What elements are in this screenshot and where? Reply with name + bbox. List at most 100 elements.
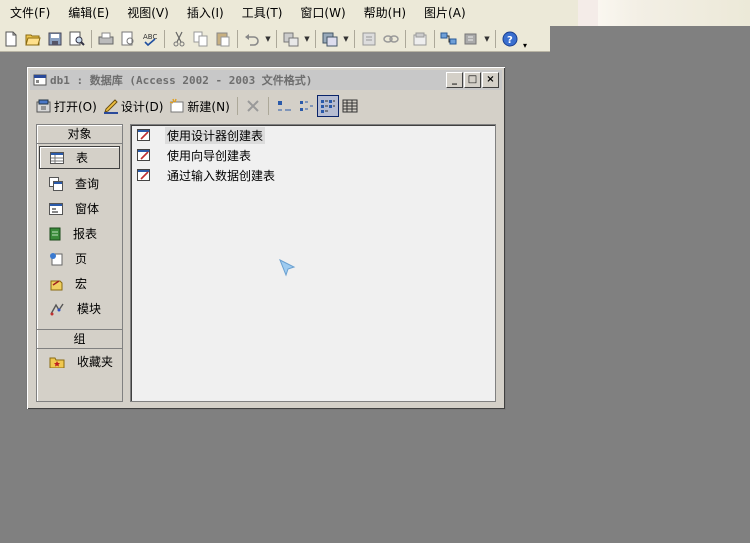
paste-icon[interactable] bbox=[212, 28, 234, 50]
script-icon[interactable] bbox=[380, 28, 402, 50]
analyze-dropdown-icon[interactable]: ▼ bbox=[341, 28, 351, 50]
new-object-icon[interactable] bbox=[460, 28, 482, 50]
object-reports-label: 报表 bbox=[73, 227, 98, 241]
module-icon bbox=[50, 303, 64, 315]
list-item-label: 通过输入数据创建表 bbox=[167, 168, 276, 183]
object-tables[interactable]: 表 bbox=[39, 146, 120, 169]
close-button[interactable]: × bbox=[482, 72, 499, 88]
list-item-label: 使用向导创建表 bbox=[167, 148, 252, 163]
list-item-create-table-wizard[interactable]: 使用向导创建表 bbox=[137, 146, 253, 164]
object-pages-label: 页 bbox=[75, 252, 88, 266]
main-toolbar: ABC ▼ ▼ ▼ ▼ ? ▾ bbox=[0, 26, 550, 52]
list-item-create-table-design[interactable]: 使用设计器创建表 bbox=[137, 126, 266, 144]
properties-icon[interactable] bbox=[409, 28, 431, 50]
list-item-label: 使用设计器创建表 bbox=[165, 126, 266, 144]
relationships-icon[interactable] bbox=[438, 28, 460, 50]
office-links-dropdown-icon[interactable]: ▼ bbox=[302, 28, 312, 50]
cut-icon[interactable] bbox=[168, 28, 190, 50]
database-window-titlebar[interactable]: db1 : 数据库 (Access 2002 - 2003 文件格式) _ □ … bbox=[30, 70, 502, 90]
object-forms[interactable]: 窗体 bbox=[37, 196, 122, 221]
menu-bar-tail bbox=[578, 0, 750, 26]
copy-icon[interactable] bbox=[190, 28, 212, 50]
database-window-title: db1 : 数据库 (Access 2002 - 2003 文件格式) bbox=[50, 74, 313, 87]
menu-edit[interactable]: 编辑(E) bbox=[59, 0, 118, 26]
toolbar-separator bbox=[434, 29, 435, 48]
objects-pane: 对象 表 查询 窗体 报表 页 宏 模块 组 收藏夹 bbox=[36, 124, 123, 402]
maximize-button[interactable]: □ bbox=[464, 72, 481, 88]
svg-text:?: ? bbox=[507, 35, 513, 46]
toolbar-separator bbox=[267, 97, 269, 115]
group-favorites[interactable]: 收藏夹 bbox=[37, 349, 122, 374]
spelling-icon[interactable]: ABC bbox=[139, 28, 161, 50]
groups-header[interactable]: 组 bbox=[37, 329, 122, 349]
large-icons-view-icon[interactable] bbox=[273, 95, 295, 117]
mouse-cursor-icon bbox=[279, 258, 296, 277]
list-view-icon[interactable] bbox=[316, 95, 339, 117]
menu-picture[interactable]: 图片(A) bbox=[415, 0, 475, 26]
toolbar-separator bbox=[276, 29, 277, 48]
new-icon[interactable] bbox=[0, 28, 22, 50]
file-search-icon[interactable] bbox=[66, 28, 88, 50]
delete-icon[interactable] bbox=[242, 95, 264, 117]
open-button[interactable]: 打开(O) bbox=[33, 95, 100, 117]
minimize-button[interactable]: _ bbox=[446, 72, 463, 88]
toolbar-empty-area bbox=[550, 26, 750, 51]
office-links-icon[interactable] bbox=[280, 28, 302, 50]
toolbar-separator bbox=[315, 29, 316, 48]
list-item-create-table-data-entry[interactable]: 通过输入数据创建表 bbox=[137, 166, 277, 184]
new-button-label: 新建(N) bbox=[187, 99, 230, 114]
toolbar-separator bbox=[237, 29, 238, 48]
small-icons-view-icon[interactable] bbox=[295, 95, 317, 117]
code-icon[interactable] bbox=[358, 28, 380, 50]
object-tables-label: 表 bbox=[76, 151, 89, 165]
details-view-icon[interactable] bbox=[339, 95, 361, 117]
object-queries[interactable]: 查询 bbox=[37, 171, 122, 196]
print-preview-icon[interactable] bbox=[117, 28, 139, 50]
object-modules-label: 模块 bbox=[77, 302, 102, 316]
database-window: db1 : 数据库 (Access 2002 - 2003 文件格式) _ □ … bbox=[26, 66, 506, 410]
menu-tools[interactable]: 工具(T) bbox=[233, 0, 292, 26]
window-controls: _ □ × bbox=[446, 72, 499, 88]
toolbar-separator bbox=[354, 29, 355, 48]
undo-icon[interactable] bbox=[241, 28, 263, 50]
object-list-pane: 使用设计器创建表 使用向导创建表 通过输入数据创建表 bbox=[130, 124, 496, 402]
database-icon bbox=[33, 74, 47, 86]
menu-window[interactable]: 窗口(W) bbox=[291, 0, 354, 26]
table-icon bbox=[50, 151, 64, 164]
toolbar-separator bbox=[405, 29, 406, 48]
open-icon[interactable] bbox=[22, 28, 44, 50]
design-icon bbox=[103, 99, 118, 114]
database-toolbar: 打开(O) 设计(D) 新建(N) bbox=[33, 94, 499, 118]
menu-file[interactable]: 文件(F) bbox=[0, 0, 59, 26]
new-object-icon bbox=[170, 98, 184, 113]
macro-icon bbox=[50, 279, 63, 290]
open-object-icon bbox=[36, 99, 51, 113]
object-pages[interactable]: 页 bbox=[37, 246, 122, 271]
menu-view[interactable]: 视图(V) bbox=[118, 0, 178, 26]
print-icon[interactable] bbox=[95, 28, 117, 50]
design-button[interactable]: 设计(D) bbox=[100, 95, 167, 117]
object-modules[interactable]: 模块 bbox=[37, 296, 122, 321]
report-icon bbox=[49, 227, 61, 240]
save-icon[interactable] bbox=[44, 28, 66, 50]
object-reports[interactable]: 报表 bbox=[37, 221, 122, 246]
toolbar-separator bbox=[164, 29, 165, 48]
svg-text:ABC: ABC bbox=[143, 33, 157, 41]
toolbar-separator bbox=[91, 29, 92, 48]
toolbar-separator bbox=[495, 29, 496, 48]
objects-header[interactable]: 对象 bbox=[37, 125, 122, 144]
object-macros-label: 宏 bbox=[75, 277, 88, 291]
new-object-dropdown-icon[interactable]: ▼ bbox=[482, 28, 492, 50]
object-macros[interactable]: 宏 bbox=[37, 271, 122, 296]
page-icon bbox=[50, 252, 63, 265]
help-icon[interactable]: ? bbox=[499, 28, 521, 50]
favorites-folder-icon bbox=[49, 357, 65, 368]
group-favorites-label: 收藏夹 bbox=[77, 355, 114, 369]
menu-insert[interactable]: 插入(I) bbox=[178, 0, 233, 26]
undo-dropdown-icon[interactable]: ▼ bbox=[263, 28, 273, 50]
analyze-icon[interactable] bbox=[319, 28, 341, 50]
new-button[interactable]: 新建(N) bbox=[166, 95, 232, 117]
toolbar-options-icon[interactable]: ▾ bbox=[521, 28, 529, 50]
menu-help[interactable]: 帮助(H) bbox=[355, 0, 415, 26]
create-table-design-icon bbox=[137, 129, 150, 141]
